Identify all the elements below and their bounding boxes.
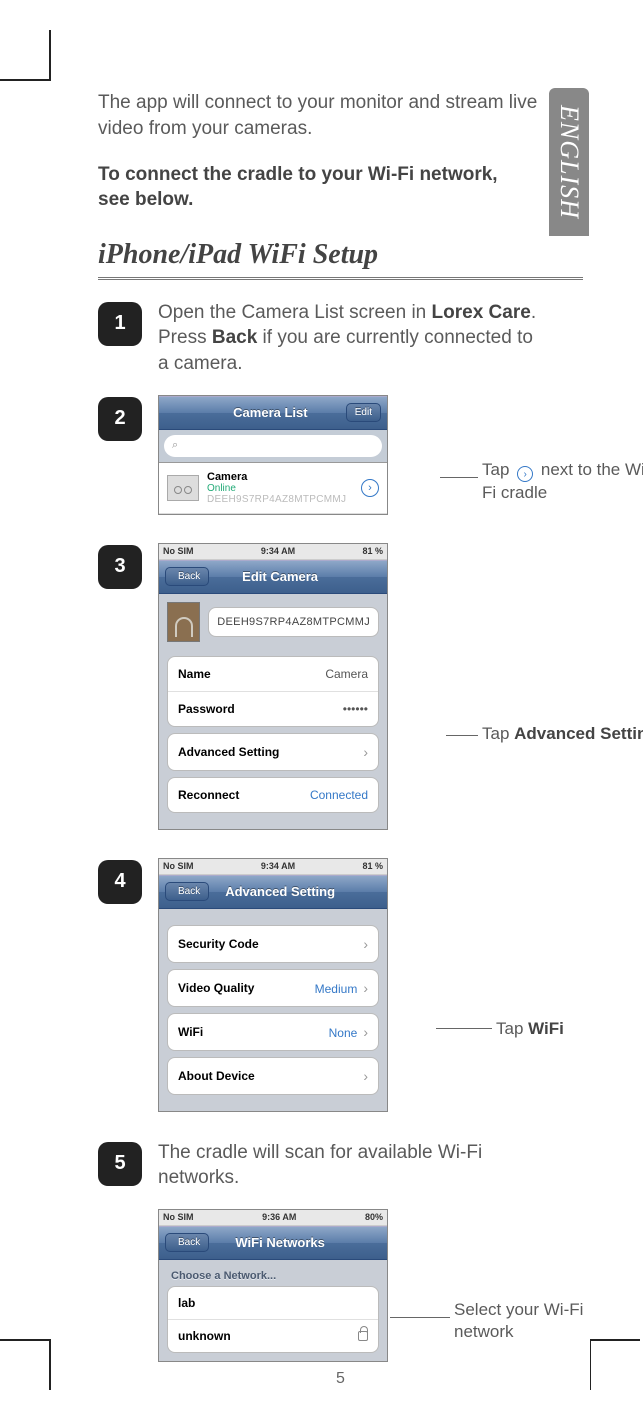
step-5-number: 5 — [98, 1142, 142, 1186]
camera-id: DEEH9S7RP4AZ8MTPCMMJ — [207, 494, 353, 505]
reconnect-row[interactable]: Reconnect Connected — [168, 778, 378, 812]
status-bar: No SIM 9:36 AM 80% — [159, 1210, 387, 1226]
password-field[interactable]: Password •••••• — [168, 692, 378, 726]
status-bar: No SIM 9:34 AM 81 % — [159, 544, 387, 560]
video-quality-row[interactable]: Video Quality Medium› — [168, 970, 378, 1006]
wifi-row[interactable]: WiFi None› — [168, 1014, 378, 1050]
wifi-network-row[interactable]: lab — [168, 1287, 378, 1320]
chevron-right-icon: › — [363, 1068, 368, 1084]
camera-preview-thumb — [167, 602, 200, 642]
step-1: 1 Open the Camera List screen in Lorex C… — [98, 300, 583, 377]
device-id: DEEH9S7RP4AZ8MTPCMMJ — [208, 607, 379, 637]
search-icon: ⌕ — [172, 439, 178, 452]
lock-icon — [358, 1331, 368, 1341]
name-field[interactable]: Name Camera — [168, 657, 378, 692]
subhead-text: To connect the cradle to your Wi-Fi netw… — [98, 163, 498, 212]
nav-title: WiFi Networks — [209, 1235, 351, 1250]
page-number: 5 — [98, 1370, 583, 1388]
back-button[interactable]: Back — [165, 882, 209, 901]
back-button[interactable]: Back — [165, 1233, 209, 1252]
nav-bar: Back Advanced Setting — [159, 875, 387, 909]
choose-network-header: Choose a Network... — [159, 1260, 387, 1286]
detail-disclosure-icon: › — [517, 466, 533, 482]
edit-button[interactable]: Edit — [346, 403, 381, 422]
step-3: 3 No SIM 9:34 AM 81 % Back Edit Camera D… — [98, 543, 583, 830]
section-title: iPhone/iPad WiFi Setup — [98, 239, 583, 280]
intro-text: The app will connect to your monitor and… — [98, 90, 538, 141]
annotation-tap-wifi-cradle: Tap › next to the Wi-Fi cradle — [482, 459, 643, 505]
nav-bar: Back WiFi Networks — [159, 1226, 387, 1260]
security-code-row[interactable]: Security Code › — [168, 926, 378, 962]
camera-list-item[interactable]: Camera Online DEEH9S7RP4AZ8MTPCMMJ › — [159, 463, 387, 514]
screenshot-edit-camera: No SIM 9:34 AM 81 % Back Edit Camera DEE… — [158, 543, 388, 830]
annotation-tap-wifi: Tap WiFi — [496, 1018, 643, 1040]
step-5: 5 The cradle will scan for available Wi-… — [98, 1140, 583, 1191]
annotation-tap-advanced: Tap Advanced Setting — [482, 723, 643, 745]
chevron-right-icon: › — [363, 980, 368, 996]
camera-thumb-icon — [167, 475, 199, 501]
step-3-number: 3 — [98, 545, 142, 589]
nav-title: Camera List — [195, 405, 346, 420]
step-1-text: Open the Camera List screen in Lorex Car… — [158, 300, 538, 377]
step-5-text: The cradle will scan for available Wi-Fi… — [158, 1140, 538, 1191]
back-button[interactable]: Back — [165, 567, 209, 586]
camera-detail-icon[interactable]: › — [361, 479, 379, 497]
nav-bar: Back Edit Camera — [159, 560, 387, 594]
screenshot-advanced-setting: No SIM 9:34 AM 81 % Back Advanced Settin… — [158, 858, 388, 1112]
screenshot-wifi-networks: No SIM 9:36 AM 80% Back WiFi Networks Ch… — [158, 1209, 388, 1362]
nav-bar: Camera List Edit — [159, 396, 387, 430]
step-4: 4 No SIM 9:34 AM 81 % Back Advanced Sett… — [98, 858, 583, 1112]
step-1-number: 1 — [98, 302, 142, 346]
camera-status: Online — [207, 483, 353, 494]
search-bar[interactable]: ⌕ — [159, 430, 387, 463]
annotation-select-network: Select your Wi-Fi network — [454, 1299, 634, 1343]
about-device-row[interactable]: About Device › — [168, 1058, 378, 1094]
wifi-network-row[interactable]: unknown — [168, 1320, 378, 1352]
advanced-setting-row[interactable]: Advanced Setting › — [168, 734, 378, 770]
step-4-number: 4 — [98, 860, 142, 904]
nav-title: Edit Camera — [209, 569, 351, 584]
status-bar: No SIM 9:34 AM 81 % — [159, 859, 387, 875]
step-2-number: 2 — [98, 397, 142, 441]
chevron-right-icon: › — [363, 1024, 368, 1040]
chevron-right-icon: › — [363, 744, 368, 760]
screenshot-camera-list: Camera List Edit ⌕ Camera Online DEEH9S7… — [158, 395, 388, 515]
camera-name: Camera — [207, 471, 353, 483]
chevron-right-icon: › — [363, 936, 368, 952]
nav-title: Advanced Setting — [209, 884, 351, 899]
